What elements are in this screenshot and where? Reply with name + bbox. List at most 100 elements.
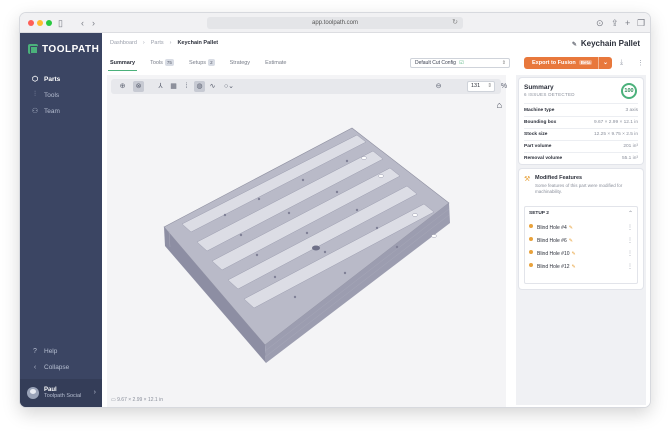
hole: [239, 233, 243, 237]
close-window-button[interactable]: [28, 20, 34, 26]
tab-setups[interactable]: Setups 2: [189, 57, 215, 71]
minimize-window-button[interactable]: [37, 20, 43, 26]
hole: [395, 245, 399, 249]
hole: [287, 211, 291, 215]
feature-label: Blind Hole #10: [537, 251, 570, 257]
row-value: 9.67 × 2.99 × 12.1 in: [593, 120, 638, 125]
beta-badge: Beta: [578, 60, 593, 65]
modified-features-title: Modified Features: [535, 175, 583, 181]
sidebar-item-team[interactable]: ⚇ Team: [20, 103, 102, 119]
feature-hole[interactable]: [431, 234, 437, 238]
tabs-overview-icon[interactable]: ❐: [637, 17, 645, 29]
row-value: 201 in³: [623, 144, 638, 149]
tab-label: Tools: [150, 60, 163, 66]
hole: [335, 190, 339, 194]
divider: [524, 116, 638, 117]
part-model[interactable]: [107, 75, 506, 407]
share-icon[interactable]: ⇪: [611, 17, 619, 29]
url-text: app.toolpath.com: [311, 20, 359, 26]
zoom-window-button[interactable]: [46, 20, 52, 26]
download-icon[interactable]: ⊙: [596, 17, 604, 29]
more-vertical-icon[interactable]: ⋮: [627, 262, 633, 272]
collapse-icon: ‹: [33, 363, 37, 371]
logo[interactable]: TOOLPATH: [28, 41, 99, 57]
row-value: 12.25 × 9.75 × 2.5 in: [593, 132, 638, 137]
feature-item[interactable]: Blind Hole #10 ✎ ⋮: [529, 249, 633, 259]
address-bar[interactable]: app.toolpath.com ↻: [207, 17, 463, 29]
feature-item[interactable]: Blind Hole #12 ✎ ⋮: [529, 262, 633, 272]
new-tab-icon[interactable]: +: [625, 17, 630, 29]
setup-header[interactable]: SETUP 2: [529, 211, 549, 216]
more-vertical-icon[interactable]: ⋮: [627, 223, 633, 233]
forward-icon[interactable]: ›: [92, 17, 95, 29]
more-vertical-icon[interactable]: ⋮: [627, 249, 633, 259]
tab-summary[interactable]: Summary: [107, 57, 138, 71]
pencil-icon[interactable]: ✎: [572, 42, 577, 48]
feature-item[interactable]: Blind Hole #6 ✎ ⋮: [529, 236, 633, 246]
wrench-icon: ✎: [568, 225, 573, 231]
tab-strategy[interactable]: Strategy: [230, 57, 250, 71]
cut-config-select[interactable]: Default Cut Config ☑ ⇕: [410, 58, 510, 68]
more-vertical-icon[interactable]: ⋮: [637, 59, 644, 67]
modified-features-description: Some features of this part were modified…: [535, 183, 623, 194]
sidebar-item-parts[interactable]: ⬡ Parts: [20, 71, 102, 87]
tab-tools[interactable]: Tools 75: [150, 57, 174, 71]
export-to-fusion-button[interactable]: Export to Fusion Beta ⌄: [524, 57, 612, 69]
export-dropdown-chevron-icon[interactable]: ⌄: [598, 57, 612, 69]
divider: [524, 152, 638, 153]
tab-label: Strategy: [229, 60, 251, 66]
sidebar-item-tools[interactable]: ⫶ Tools: [20, 87, 102, 103]
tab-estimate[interactable]: Estimate: [265, 57, 286, 71]
feature-item[interactable]: Blind Hole #4 ✎ ⋮: [529, 223, 633, 233]
wrench-icon: ⚒: [524, 176, 531, 183]
avatar: [27, 387, 39, 399]
help-icon: ?: [33, 347, 37, 355]
feature-hole[interactable]: [378, 174, 384, 178]
sidebar-item-label: Help: [44, 347, 58, 355]
row-key: Part volume: [524, 144, 552, 149]
back-icon[interactable]: ‹: [81, 17, 84, 29]
divider: [524, 140, 638, 141]
hole: [345, 159, 349, 163]
reload-icon[interactable]: ↻: [452, 17, 458, 29]
cube-icon: ⬡: [31, 76, 39, 83]
feature-hole[interactable]: [361, 156, 367, 160]
summary-row-stock-size: Stock size 12.25 × 9.75 × 2.5 in: [524, 132, 638, 137]
warning-dot: [529, 250, 533, 254]
3d-viewport[interactable]: ⊕ ⊗ ⅄ ▦ ⁞ ◍ ∿ ○⌄ ⊖ 131 ⇕ % ⌂ ▭ 9.67 × 2.…: [107, 75, 507, 407]
wrench-icon: ✎: [571, 264, 576, 270]
row-key: Stock size: [524, 132, 548, 137]
summary-title: Summary: [524, 84, 554, 91]
sidebar-item-label: Collapse: [44, 363, 70, 371]
feature-hole[interactable]: [412, 213, 418, 217]
count-badge: 75: [164, 59, 174, 66]
tab-label: Setups: [188, 60, 207, 66]
breadcrumb-dashboard[interactable]: Dashboard: [110, 40, 137, 46]
sidebar-item-label: Tools: [44, 91, 60, 99]
page-title-text[interactable]: Keychain Pallet: [581, 39, 640, 48]
hole: [273, 275, 277, 279]
breadcrumb: Dashboard › Parts › Keychain Pallet: [110, 40, 219, 46]
dimensions-text: 9.67 × 2.99 × 12.1 in: [117, 397, 163, 403]
row-key: Bounding box: [524, 120, 557, 125]
wrench-icon: ✎: [568, 238, 573, 244]
machinability-score: 100: [621, 83, 637, 99]
browser-window: ▯ ‹ › app.toolpath.com ↻ ⊙ ⇪ + ❐ TOOLPAT…: [20, 13, 650, 407]
check-icon: ☑: [459, 60, 464, 66]
chevron-up-icon[interactable]: ⌃: [628, 210, 633, 217]
issues-count[interactable]: 6 ISSUES DETECTED: [524, 92, 575, 97]
warning-dot: [529, 237, 533, 241]
breadcrumb-parts[interactable]: Parts: [151, 40, 164, 46]
more-vertical-icon[interactable]: ⋮: [627, 236, 633, 246]
user-menu[interactable]: Paul Toolpath Social ›: [20, 379, 102, 407]
export-label: Export to Fusion: [532, 60, 576, 66]
sidebar: TOOLPATH ⬡ Parts ⫶ Tools ⚇ Team ? Help ‹…: [20, 33, 102, 407]
sidebar-item-help[interactable]: ? Help: [20, 343, 102, 359]
team-icon: ⚇: [31, 108, 39, 115]
row-key: Machine type: [524, 108, 555, 113]
sidebar-toggle-icon[interactable]: ▯: [58, 17, 63, 29]
chevron-right-icon: ›: [93, 389, 96, 396]
page-title: ✎ Keychain Pallet: [572, 39, 640, 48]
download-icon[interactable]: ⤓: [620, 59, 623, 67]
sidebar-item-collapse[interactable]: ‹ Collapse: [20, 359, 102, 375]
